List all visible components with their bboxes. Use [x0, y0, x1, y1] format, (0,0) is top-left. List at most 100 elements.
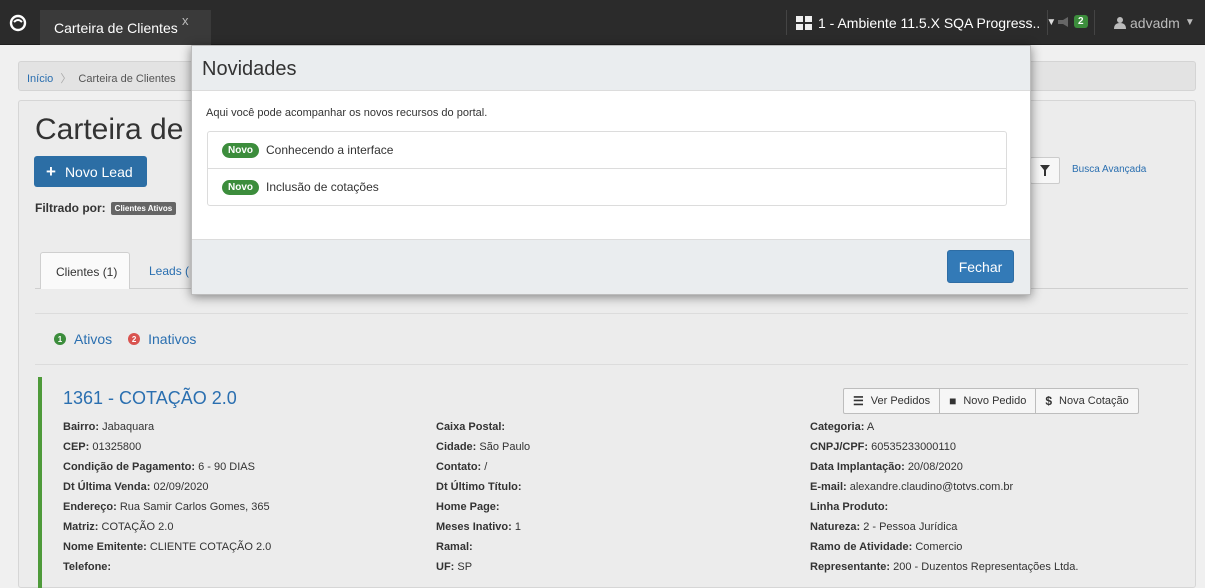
detail-field: Ramal: — [436, 541, 806, 561]
inativos-count-badge: 2 — [128, 333, 141, 345]
status-ativos-link[interactable]: Ativos — [74, 331, 112, 347]
divider — [1094, 10, 1095, 35]
detail-label: Ramal: — [436, 541, 473, 553]
filter-tag[interactable]: Clientes Ativos — [110, 201, 177, 215]
detail-label: Dt Última Venda: — [63, 481, 151, 493]
new-badge: Novo — [222, 142, 259, 158]
detail-label: Representante: — [810, 561, 891, 573]
details-column-2: Caixa Postal: Cidade: São Paulo Contato:… — [436, 421, 806, 581]
detail-field: Caixa Postal: — [436, 421, 806, 441]
filter-icon — [1040, 165, 1050, 176]
detail-label: E-mail: — [810, 481, 847, 493]
detail-field: Data Implantação: 20/08/2020 — [810, 461, 1180, 481]
list-icon: ☰ — [853, 394, 864, 408]
environment-selector[interactable]: 1 - Ambiente 11.5.X SQA Progress.. ▼ — [796, 0, 1056, 45]
detail-value: 60535233000110 — [871, 441, 956, 453]
megaphone-icon — [1058, 16, 1068, 27]
filter-label: Filtrado por: — [35, 201, 106, 215]
detail-field: Dt Última Venda: 02/09/2020 — [63, 481, 433, 501]
list-item-label: Conhecendo a interface — [266, 143, 394, 157]
detail-value: SP — [457, 561, 473, 573]
detail-label: Endereço: — [63, 501, 117, 513]
detail-value: alexandre.claudino@totvs.com.br — [849, 481, 1014, 493]
divider — [1047, 10, 1048, 35]
view-orders-label: Ver Pedidos — [870, 395, 931, 407]
notifications-button[interactable]: 2 — [1057, 15, 1088, 28]
detail-value: 01325800 — [92, 441, 142, 453]
detail-field: Meses Inativo: 1 — [436, 521, 806, 541]
detail-value: A — [866, 421, 875, 433]
detail-field: E-mail: alexandre.claudino@totvs.com.br — [810, 481, 1180, 501]
detail-value: 1 — [514, 521, 521, 533]
top-navbar: Carteira de Clientes x 1 - Ambiente 11.5… — [0, 0, 1205, 45]
view-orders-button[interactable]: ☰ Ver Pedidos — [844, 389, 941, 413]
list-item[interactable]: Novo Inclusão de cotações — [208, 169, 1006, 205]
tab-leads[interactable]: Leads ( — [149, 264, 189, 278]
tab-label: Carteira de Clientes — [54, 20, 178, 36]
detail-field: Matriz: COTAÇÃO 2.0 — [63, 521, 433, 541]
user-icon — [1114, 17, 1126, 29]
details-column-3: Categoria: A CNPJ/CPF: 60535233000110 Da… — [810, 421, 1180, 581]
new-order-button[interactable]: ■ Novo Pedido — [940, 389, 1037, 413]
section-divider — [35, 364, 1188, 365]
detail-label: Matriz: — [63, 521, 99, 533]
detail-value: 200 - Duzentos Representações Ltda. — [893, 561, 1079, 573]
details-column-1: Bairro: Jabaquara CEP: 01325800 Condição… — [63, 421, 433, 581]
new-lead-button[interactable]: + Novo Lead — [34, 156, 147, 187]
detail-field: Dt Último Título: — [436, 481, 806, 501]
new-order-label: Novo Pedido — [963, 395, 1027, 407]
detail-label: Natureza: — [810, 521, 861, 533]
detail-value: 20/08/2020 — [907, 461, 963, 473]
news-list: Novo Conhecendo a interface Novo Inclusã… — [207, 131, 1007, 206]
grid-icon — [796, 15, 812, 30]
client-title-link[interactable]: 1361 - COTAÇÃO 2.0 — [63, 388, 237, 409]
detail-label: Ramo de Atividade: — [810, 541, 913, 553]
new-quote-button[interactable]: $ Nova Cotação — [1036, 389, 1137, 413]
detail-field: Categoria: A — [810, 421, 1180, 441]
chevron-down-icon: ▼ — [1184, 17, 1195, 28]
detail-label: Linha Produto: — [810, 501, 889, 513]
detail-label: Telefone: — [63, 561, 112, 573]
detail-field: Natureza: 2 - Pessoa Jurídica — [810, 521, 1180, 541]
close-button[interactable]: Fechar — [947, 250, 1014, 283]
breadcrumb-home-link[interactable]: Início — [27, 73, 53, 85]
section-divider — [35, 313, 1188, 314]
document-icon: ■ — [949, 394, 957, 408]
detail-field: Contato: / — [436, 461, 806, 481]
detail-field: Endereço: Rua Samir Carlos Gomes, 365 — [63, 501, 433, 521]
detail-value: / — [484, 461, 488, 473]
app-logo-icon[interactable] — [0, 0, 36, 45]
detail-label: Nome Emitente: — [63, 541, 147, 553]
environment-label: 1 - Ambiente 11.5.X SQA Progress.. — [818, 14, 1041, 31]
filter-button[interactable] — [1030, 157, 1060, 184]
detail-field: Nome Emitente: CLIENTE COTAÇÃO 2.0 — [63, 541, 433, 561]
detail-label: Cidade: — [436, 441, 477, 453]
detail-label: Contato: — [436, 461, 482, 473]
new-quote-label: Nova Cotação — [1059, 395, 1129, 407]
modal-body: Aqui você pode acompanhar os novos recur… — [192, 91, 1030, 239]
tab-clientes-label: Clientes (1) — [56, 265, 118, 279]
detail-label: Condição de Pagamento: — [63, 461, 196, 473]
detail-field: UF: SP — [436, 561, 806, 581]
detail-field: Telefone: — [63, 561, 433, 581]
advanced-search-link[interactable]: Busca Avançada — [1072, 164, 1146, 175]
detail-field: Ramo de Atividade: Comercio — [810, 541, 1180, 561]
breadcrumb-separator: 〉 — [60, 73, 72, 85]
user-menu[interactable]: advadm ▼ — [1114, 0, 1195, 45]
new-lead-label: Novo Lead — [64, 163, 133, 180]
detail-label: Categoria: — [810, 421, 865, 433]
detail-value: Comercio — [915, 541, 963, 553]
detail-field: CNPJ/CPF: 60535233000110 — [810, 441, 1180, 461]
list-item[interactable]: Novo Conhecendo a interface — [208, 132, 1006, 169]
status-inativos-link[interactable]: Inativos — [148, 331, 196, 347]
detail-value: Jabaquara — [102, 421, 155, 433]
modal-footer: Fechar — [192, 239, 1030, 294]
detail-label: Bairro: — [63, 421, 100, 433]
status-filter: 1 Ativos 2 Inativos — [54, 331, 212, 347]
tab-clientes[interactable]: Clientes (1) — [40, 252, 130, 289]
dollar-icon: $ — [1045, 394, 1053, 408]
detail-label: Data Implantação: — [810, 461, 905, 473]
detail-label: Meses Inativo: — [436, 521, 512, 533]
tab-close-icon[interactable]: x — [182, 13, 189, 28]
detail-value: COTAÇÃO 2.0 — [101, 521, 174, 533]
